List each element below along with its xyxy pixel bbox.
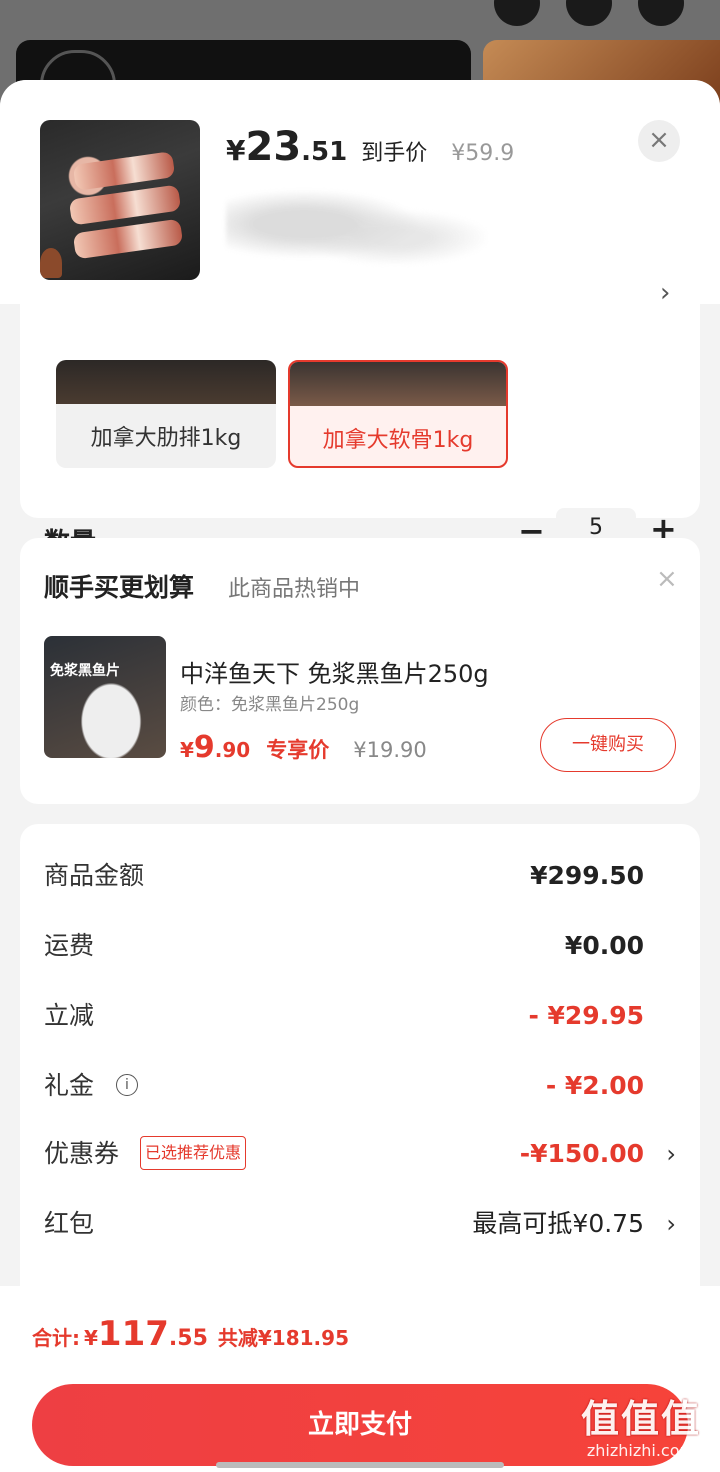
upsell-title: 顺手买更划算	[44, 573, 195, 602]
blurred-product-info	[226, 188, 486, 278]
upsell-price: ¥ 9 .90 专享价 ¥19.90	[180, 730, 427, 765]
total-savings: 共减¥181.95	[217, 1326, 349, 1350]
variant-label: 加拿大肋排1kg	[90, 426, 242, 451]
summary-row: 运费 ¥0.00	[44, 931, 644, 960]
variant-label: 加拿大软骨1kg	[322, 428, 474, 453]
chevron-right-icon: ›	[666, 1210, 676, 1238]
upsell-image-tag: 免浆黑鱼片	[50, 663, 120, 679]
upsell-original-price: ¥19.90	[353, 738, 427, 762]
original-price: ¥59.9	[451, 141, 515, 166]
price-label: 到手价	[361, 141, 428, 166]
coupon-badge: 已选推荐优惠	[140, 1136, 247, 1170]
upsell-product-image: 免浆黑鱼片	[44, 636, 166, 758]
red-packet-row[interactable]: 红包 最高可抵¥0.75 ›	[44, 1204, 676, 1244]
upsell-subtitle: 此商品热销中	[228, 577, 361, 602]
coupon-row[interactable]: 优惠券 已选推荐优惠 -¥150.00 ›	[44, 1134, 676, 1174]
upsell-product-name[interactable]: 中洋鱼天下 免浆黑鱼片250g	[180, 654, 489, 689]
site-watermark: 值值值 zhizhizhi.com	[580, 1397, 701, 1460]
chevron-right-icon: ›	[666, 1140, 676, 1168]
upsell-product-color: 颜色：免浆黑鱼片250g	[180, 695, 360, 715]
close-button[interactable]: ×	[638, 120, 680, 162]
variant-image	[290, 362, 506, 406]
info-icon[interactable]: i	[116, 1074, 138, 1096]
one-click-buy-button[interactable]: 一键购买	[540, 718, 676, 772]
summary-row: 商品金额 ¥299.50	[44, 861, 644, 890]
chevron-right-icon[interactable]: ›	[660, 278, 670, 308]
home-indicator[interactable]	[216, 1462, 504, 1468]
variant-image	[56, 360, 276, 404]
order-sheet: ¥ 23 .51 到手价 ¥59.9 × › 加拿大肋排1kg 加拿大软骨1kg…	[0, 80, 720, 1472]
product-header: ¥ 23 .51 到手价 ¥59.9 × ›	[0, 80, 720, 308]
upsell-card: 顺手买更划算 此商品热销中 × 免浆黑鱼片 中洋鱼天下 免浆黑鱼片250g 颜色…	[20, 538, 700, 804]
upsell-close-icon[interactable]: ×	[656, 564, 678, 594]
variant-option[interactable]: 加拿大肋排1kg	[56, 360, 276, 468]
product-price: ¥ 23 .51 到手价 ¥59.9	[226, 124, 515, 170]
summary-row: 立减 - ¥29.95	[44, 1001, 644, 1030]
total-price: 合计: ¥ 117 .55 共减¥181.95	[32, 1314, 349, 1354]
product-thumbnail	[40, 120, 200, 280]
summary-row: 礼金 i - ¥2.00	[44, 1071, 644, 1100]
variant-option-selected[interactable]: 加拿大软骨1kg	[288, 360, 508, 468]
